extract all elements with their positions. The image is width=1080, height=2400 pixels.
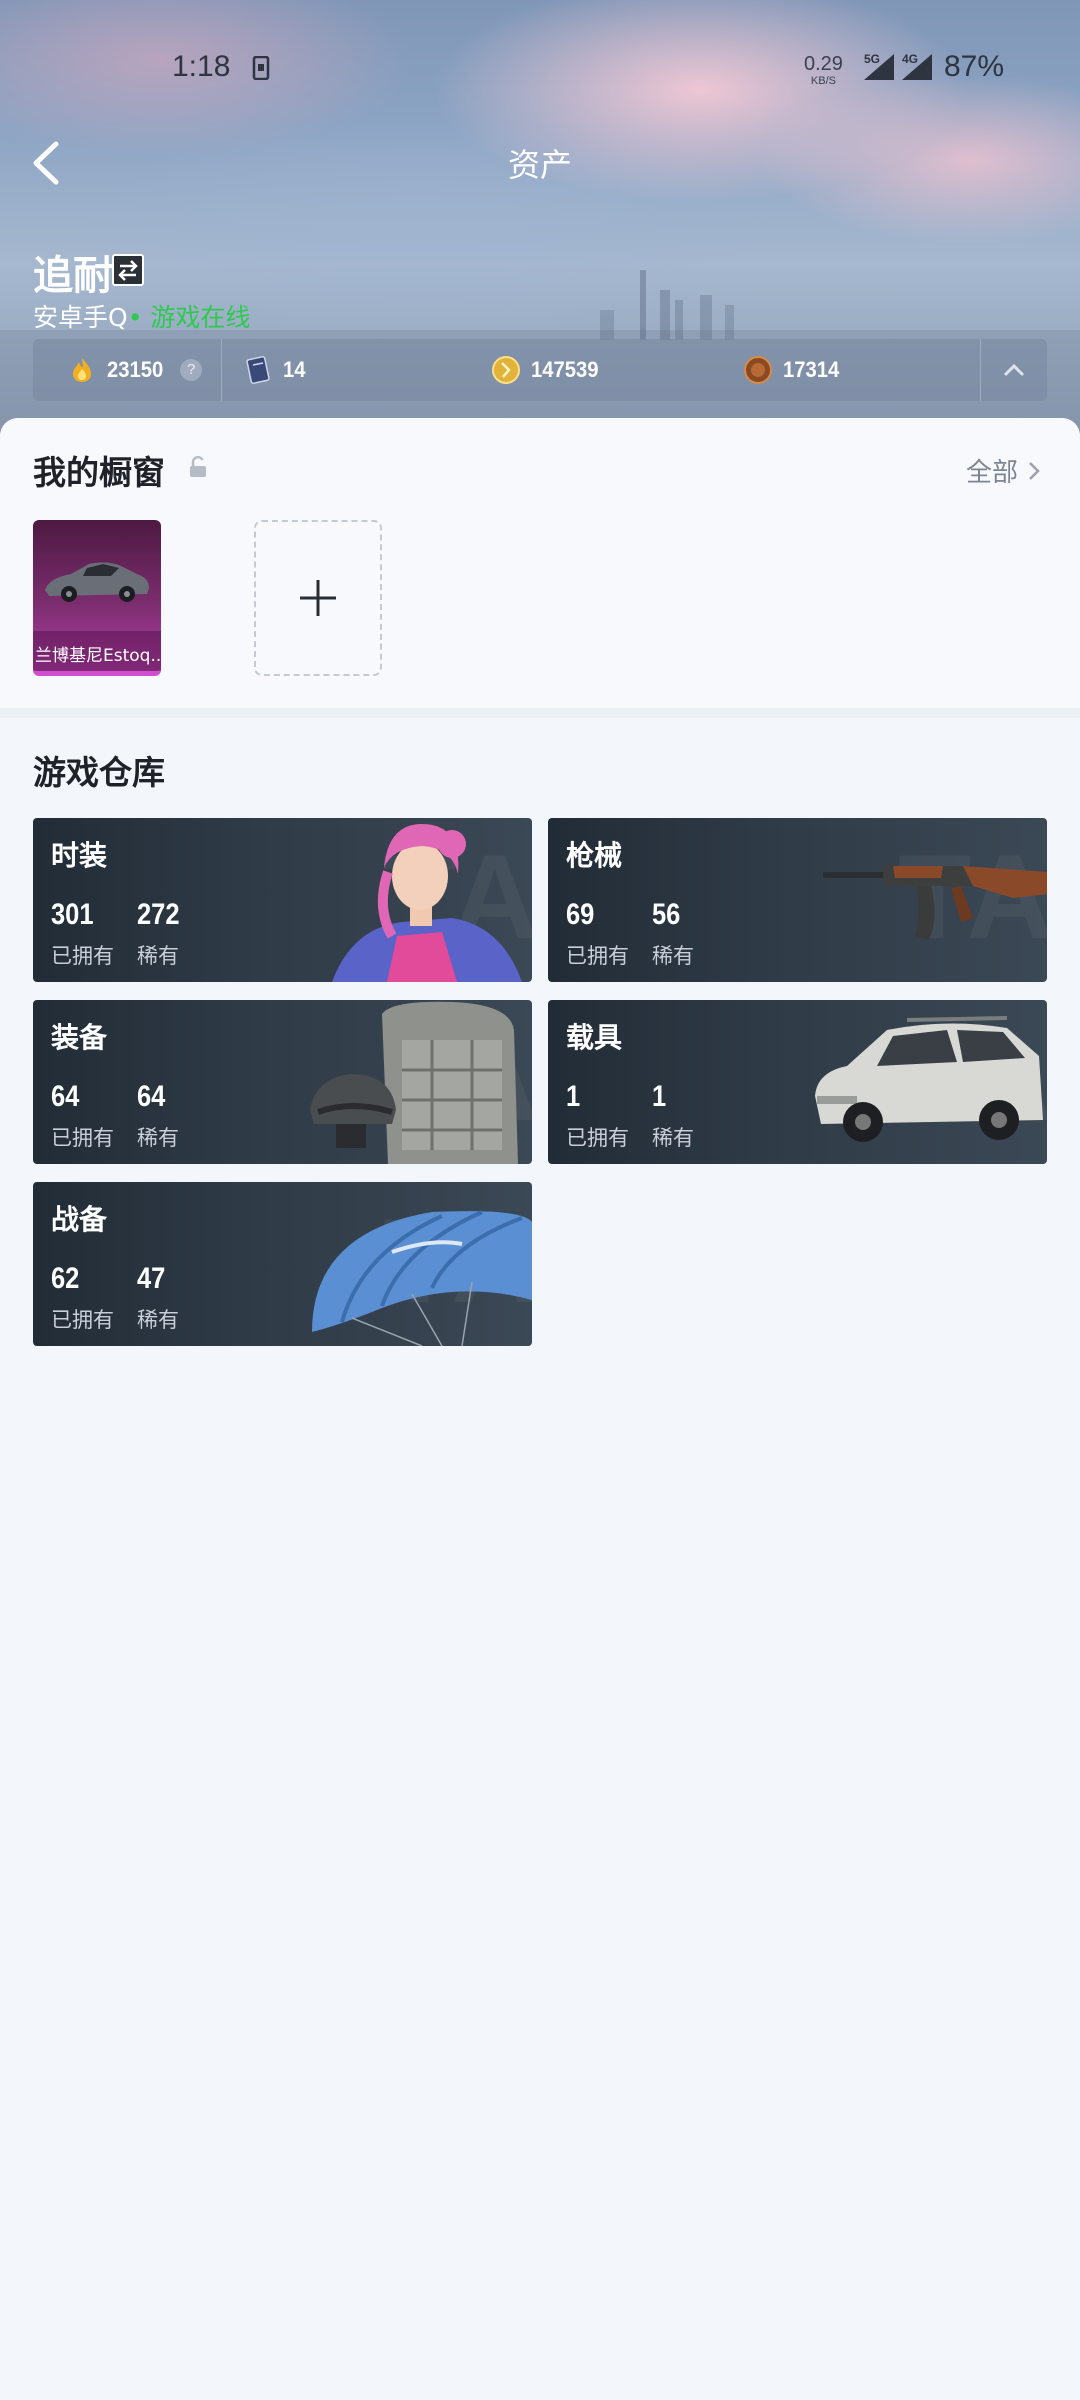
chevron-right-icon bbox=[1029, 461, 1040, 480]
gold-coin-icon bbox=[492, 356, 520, 384]
category-name: 载具 bbox=[566, 1021, 623, 1054]
network-speed: 0.29 KB/S bbox=[804, 53, 843, 87]
owned-count: 64 bbox=[51, 1080, 80, 1113]
platform-label: 安卓手Q bbox=[33, 303, 128, 332]
owned-label: 已拥有 bbox=[51, 1126, 114, 1150]
warehouse-card-gear[interactable]: TA 装备 64 64 已拥有 稀有 bbox=[33, 1000, 532, 1164]
currency-value: 23150 bbox=[107, 357, 164, 382]
showcase-item-name: 兰博基尼Estoq... bbox=[33, 631, 161, 671]
book-icon bbox=[246, 356, 270, 384]
sports-car-image bbox=[45, 562, 149, 602]
currency-item[interactable]: 17314 bbox=[743, 339, 844, 401]
collapse-button[interactable] bbox=[981, 339, 1047, 401]
rare-label: 稀有 bbox=[652, 944, 694, 968]
add-showcase-button[interactable] bbox=[254, 520, 382, 676]
owned-label: 已拥有 bbox=[566, 944, 629, 968]
owned-count: 62 bbox=[51, 1262, 80, 1295]
divider bbox=[221, 339, 222, 401]
owned-label: 已拥有 bbox=[566, 1126, 629, 1150]
rare-label: 稀有 bbox=[137, 1308, 179, 1332]
category-name: 装备 bbox=[51, 1021, 108, 1054]
category-name: 枪械 bbox=[566, 839, 623, 872]
showcase-section: 我的橱窗 全部 兰博基尼Estoq... bbox=[0, 418, 1080, 708]
currency-bar: 23150 ? 14 147539 17314 bbox=[33, 339, 1047, 401]
view-all-label: 全部 bbox=[965, 458, 1018, 488]
rare-count: 272 bbox=[137, 898, 180, 931]
warehouse-card-weapons[interactable]: TA 枪械 69 56 已拥有 稀有 bbox=[548, 818, 1047, 982]
warehouse-title: 游戏仓库 bbox=[33, 753, 165, 792]
category-name: 战备 bbox=[51, 1203, 108, 1236]
owned-label: 已拥有 bbox=[51, 1308, 114, 1332]
chevron-up-icon bbox=[1003, 363, 1025, 377]
phone-icon bbox=[252, 56, 270, 80]
battery-level: 87% bbox=[944, 50, 1005, 83]
outfit-character-image bbox=[332, 824, 522, 982]
player-name: 追耐 bbox=[33, 253, 113, 299]
rare-count: 1 bbox=[652, 1080, 667, 1113]
currency-item[interactable]: 23150 ? bbox=[67, 339, 203, 401]
parachute-image bbox=[312, 1210, 532, 1346]
owned-count: 301 bbox=[51, 898, 94, 931]
cellular-signal-icon bbox=[902, 54, 932, 80]
warehouse-card-supplies[interactable]: TA 战备 62 47 已拥有 稀有 bbox=[33, 1182, 532, 1346]
unlock-icon[interactable] bbox=[188, 456, 208, 478]
rare-label: 稀有 bbox=[652, 1126, 694, 1150]
rare-count: 47 bbox=[137, 1262, 166, 1295]
rare-label: 稀有 bbox=[137, 944, 179, 968]
currency-item[interactable]: 147539 bbox=[491, 339, 604, 401]
currency-value: 17314 bbox=[783, 357, 840, 382]
rifle-image bbox=[823, 866, 1047, 940]
owned-count: 69 bbox=[566, 898, 595, 931]
warehouse-card-vehicles[interactable]: TA 载具 1 1 已拥有 稀有 bbox=[548, 1000, 1047, 1164]
online-status: • 游戏在线 bbox=[127, 303, 251, 332]
currency-value: 14 bbox=[283, 357, 306, 382]
category-name: 时装 bbox=[51, 839, 108, 872]
showcase-title: 我的橱窗 bbox=[33, 453, 165, 492]
view-all-link[interactable]: 全部 bbox=[966, 452, 1040, 489]
rare-count: 64 bbox=[137, 1080, 166, 1113]
owned-label: 已拥有 bbox=[51, 944, 114, 968]
content-sheet: 我的橱窗 全部 兰博基尼Estoq... 游戏仓库 TA 时装 301 272 … bbox=[0, 418, 1080, 2400]
bronze-coin-icon bbox=[744, 356, 772, 384]
owned-count: 1 bbox=[566, 1080, 581, 1113]
cellular-signal-icon bbox=[864, 54, 894, 80]
showcase-item[interactable]: 兰博基尼Estoq... bbox=[33, 520, 161, 676]
currency-item[interactable]: 14 bbox=[243, 339, 307, 401]
rare-label: 稀有 bbox=[137, 1126, 179, 1150]
helmet-backpack-image bbox=[310, 1001, 518, 1164]
car-image bbox=[815, 1016, 1043, 1142]
currency-value: 147539 bbox=[531, 357, 599, 382]
section-divider bbox=[0, 708, 1080, 718]
rare-count: 56 bbox=[652, 898, 681, 931]
status-time: 1:18 bbox=[172, 50, 231, 83]
switch-account-icon[interactable] bbox=[112, 254, 144, 286]
plus-icon bbox=[300, 580, 336, 616]
player-platform-status: 安卓手Q• 游戏在线 bbox=[33, 298, 250, 334]
page-title: 资产 bbox=[507, 146, 572, 184]
flame-coin-icon bbox=[73, 358, 91, 382]
help-icon[interactable]: ? bbox=[180, 359, 203, 381]
warehouse-card-outfits[interactable]: TA 时装 301 272 已拥有 稀有 bbox=[33, 818, 532, 982]
